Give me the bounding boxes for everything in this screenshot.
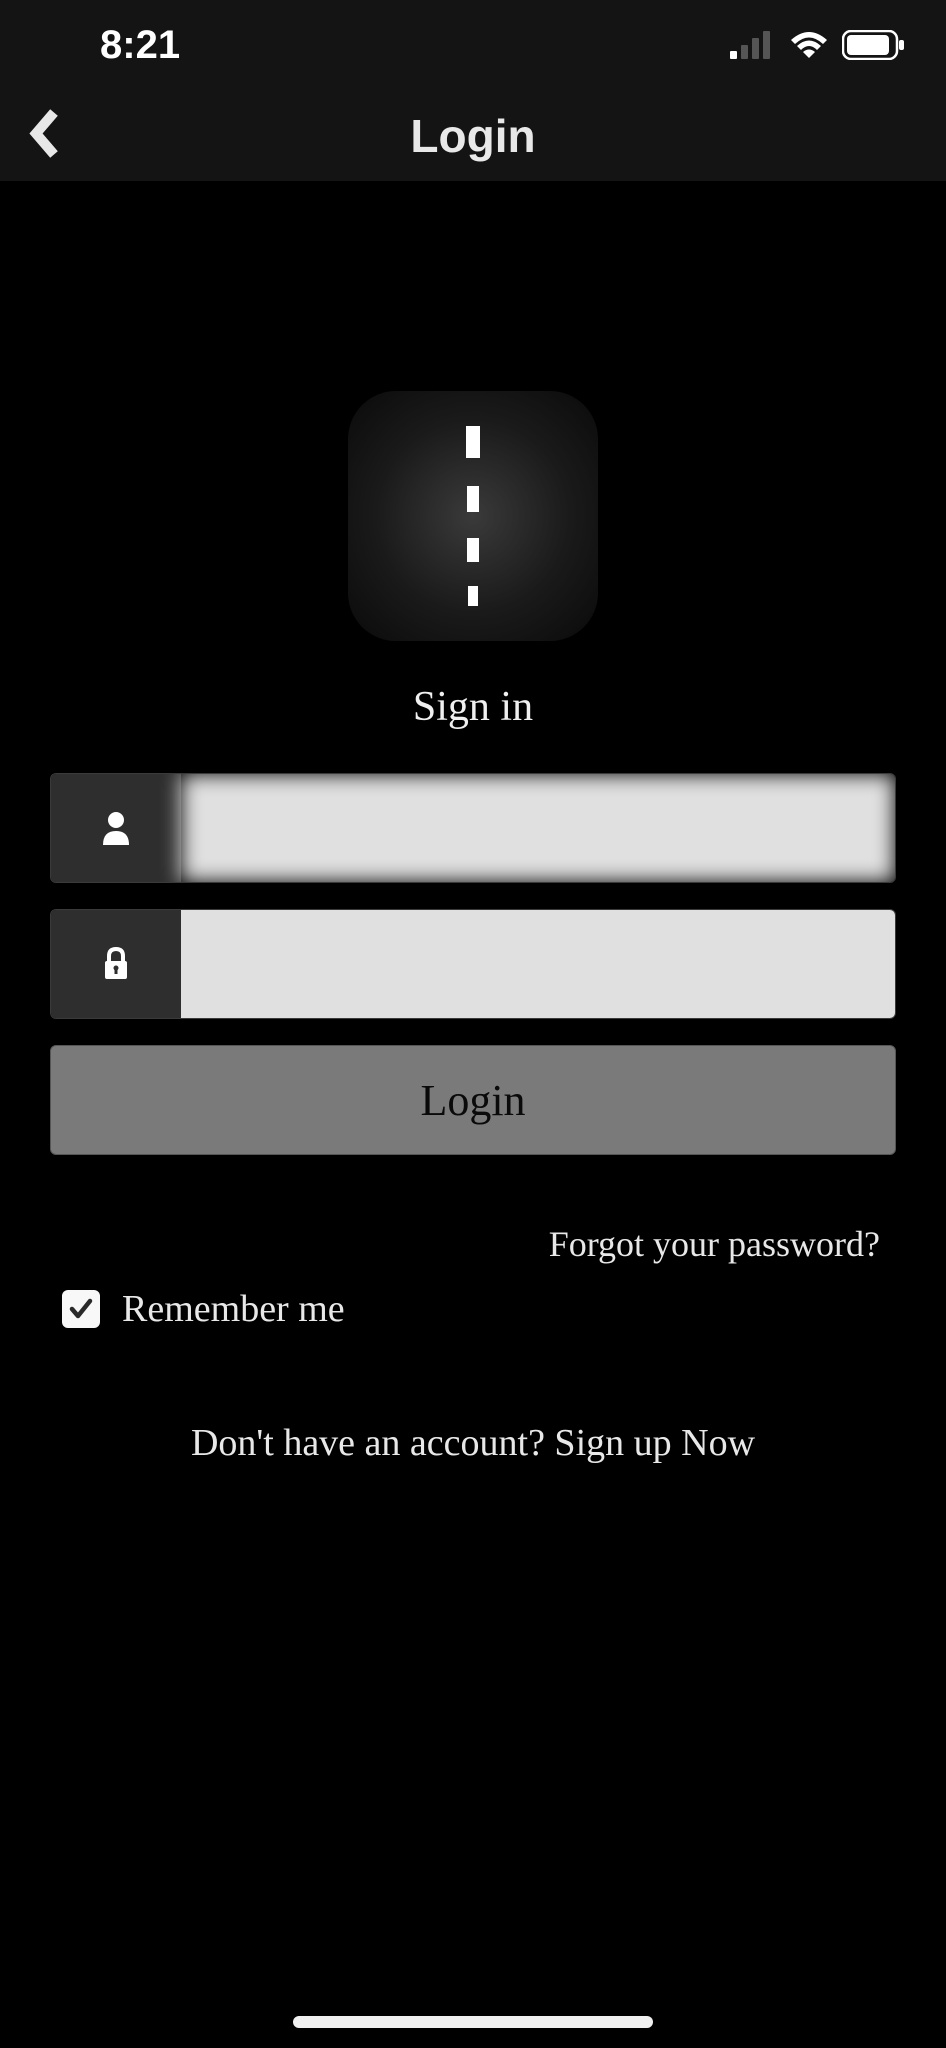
chevron-left-icon <box>28 108 62 158</box>
password-row <box>50 909 896 1019</box>
person-icon <box>101 811 131 845</box>
status-icons <box>730 30 906 60</box>
nav-header: Login <box>0 90 946 181</box>
back-button[interactable] <box>28 108 62 163</box>
app-logo-icon <box>348 391 598 641</box>
forgot-password-link[interactable]: Forgot your password? <box>50 1223 896 1265</box>
username-row <box>50 773 896 883</box>
username-input[interactable] <box>181 774 895 882</box>
checkmark-icon <box>67 1295 95 1323</box>
signup-link[interactable]: Don't have an account? Sign up Now <box>50 1421 896 1465</box>
status-bar: 8:21 <box>0 0 946 90</box>
checkbox-box <box>62 1290 100 1328</box>
username-icon-box <box>51 774 181 882</box>
cellular-signal-icon <box>730 31 776 59</box>
login-form: Login <box>50 773 896 1155</box>
lock-icon <box>103 947 129 981</box>
home-indicator[interactable] <box>293 2016 653 2028</box>
options-section: Forgot your password? Remember me <box>50 1223 896 1331</box>
logo-container <box>50 181 896 641</box>
login-content: Sign in Log <box>0 181 946 1465</box>
login-button[interactable]: Login <box>50 1045 896 1155</box>
password-input[interactable] <box>181 910 895 1018</box>
password-icon-box <box>51 910 181 1018</box>
remember-me-checkbox[interactable]: Remember me <box>50 1287 896 1331</box>
page-title: Login <box>410 109 535 163</box>
battery-icon <box>842 30 906 60</box>
status-time: 8:21 <box>40 23 180 68</box>
wifi-icon <box>788 30 830 60</box>
remember-me-label: Remember me <box>122 1287 345 1331</box>
signin-heading: Sign in <box>50 683 896 731</box>
